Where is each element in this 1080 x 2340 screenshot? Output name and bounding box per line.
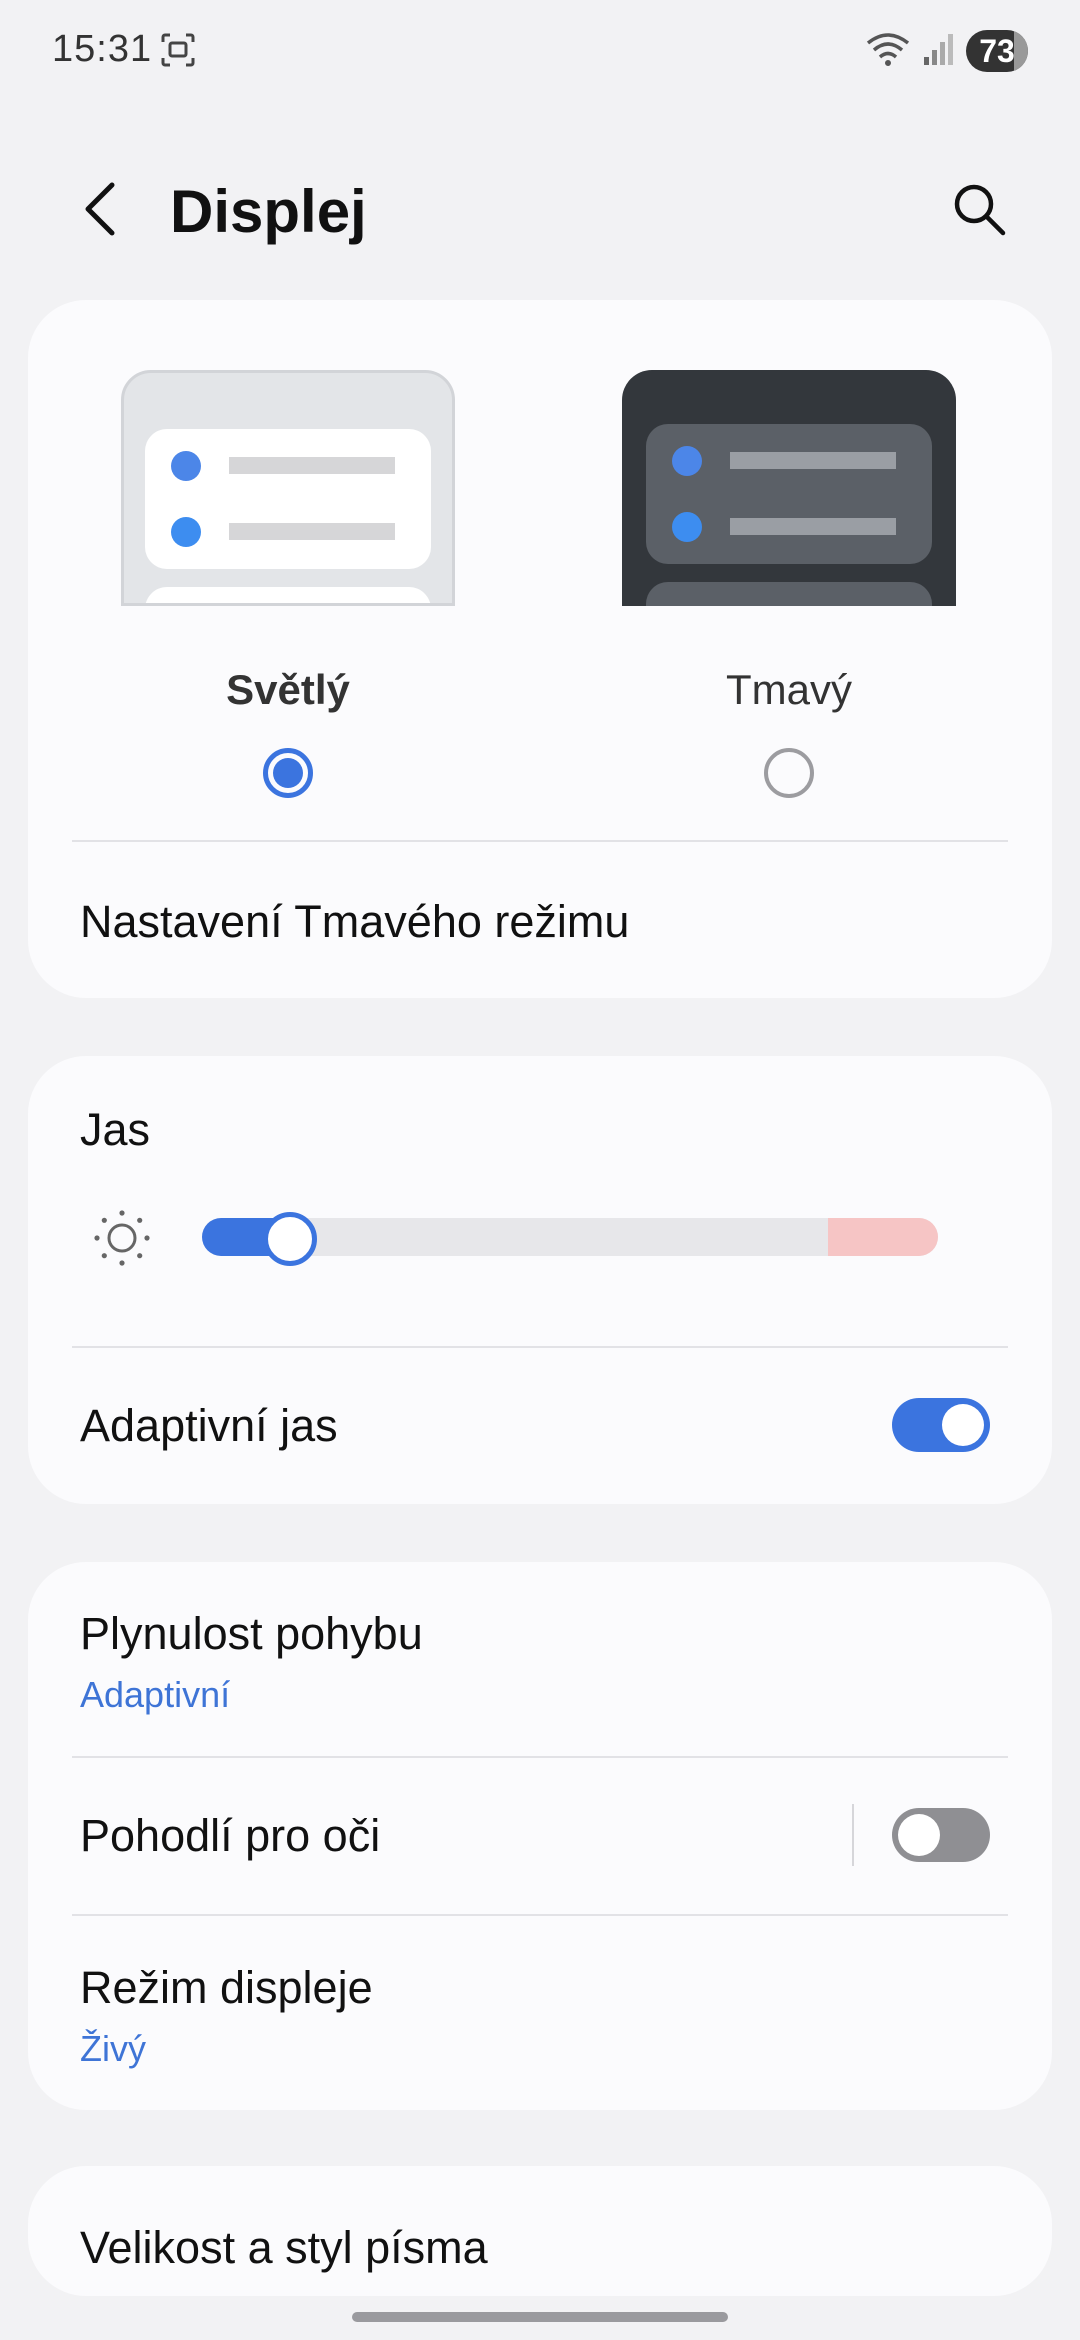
preview-line	[229, 457, 395, 474]
toggle-knob	[942, 1404, 984, 1446]
preview-card	[145, 429, 431, 569]
preview-card	[646, 424, 932, 564]
page-title: Displej	[170, 178, 367, 245]
font-size-style-item[interactable]: Velikost a styl písma	[80, 2222, 488, 2274]
light-theme-preview[interactable]	[121, 370, 455, 606]
divider	[72, 1346, 1008, 1348]
dark-theme-radio[interactable]	[764, 748, 814, 798]
screen-mode-value: Živý	[80, 2028, 146, 2069]
brightness-label: Jas	[80, 1104, 151, 1155]
adaptive-brightness-toggle[interactable]	[892, 1398, 990, 1452]
eye-comfort-toggle[interactable]	[892, 1808, 990, 1862]
preview-card	[646, 582, 932, 606]
preview-dot	[672, 512, 702, 542]
battery-level: 73	[966, 30, 1028, 72]
preview-line	[229, 523, 395, 540]
toggle-knob	[898, 1814, 940, 1856]
vertical-separator	[852, 1804, 854, 1866]
preview-dot	[672, 446, 702, 476]
dark-theme-label[interactable]: Tmavý	[622, 666, 956, 714]
signal-icon	[922, 31, 956, 72]
eye-comfort-label[interactable]: Pohodlí pro oči	[80, 1810, 380, 1862]
back-arrow-icon	[80, 179, 120, 244]
status-time: 15:31	[52, 28, 153, 70]
preview-line	[730, 452, 896, 469]
search-button[interactable]	[946, 178, 1012, 244]
divider	[72, 1914, 1008, 1916]
dark-theme-preview[interactable]	[622, 370, 956, 606]
dark-mode-settings-item[interactable]: Nastavení Tmavého režimu	[80, 896, 629, 948]
extra-brightness-zone	[827, 1218, 938, 1256]
preview-dot	[171, 451, 201, 481]
status-icons: 73	[864, 26, 1028, 76]
home-indicator[interactable]	[352, 2312, 728, 2322]
wifi-icon	[864, 29, 912, 74]
divider	[72, 840, 1008, 842]
screen-mode-label[interactable]: Režim displeje	[80, 1962, 373, 2014]
sun-icon	[92, 1208, 152, 1273]
screenshot-icon	[160, 32, 196, 68]
light-theme-radio[interactable]	[263, 748, 313, 798]
adaptive-brightness-label[interactable]: Adaptivní jas	[80, 1400, 338, 1452]
motion-smoothness-value: Adaptivní	[80, 1674, 231, 1715]
slider-thumb[interactable]	[263, 1212, 318, 1266]
divider	[72, 1756, 1008, 1758]
preview-line	[730, 518, 896, 535]
light-theme-label[interactable]: Světlý	[121, 666, 455, 714]
back-button[interactable]	[70, 178, 130, 244]
search-icon	[951, 181, 1007, 242]
preview-card	[145, 587, 431, 603]
motion-smoothness-label[interactable]: Plynulost pohybu	[80, 1608, 423, 1660]
preview-dot	[171, 517, 201, 547]
